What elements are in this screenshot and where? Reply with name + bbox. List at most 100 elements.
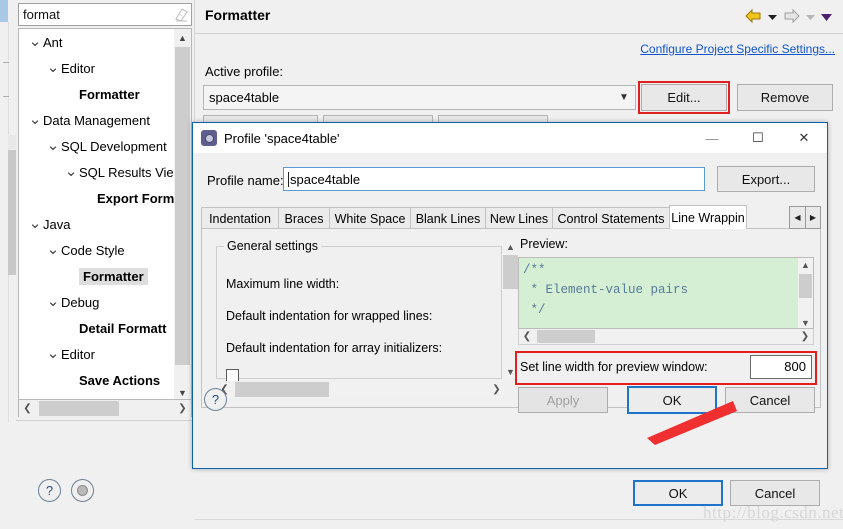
remove-button[interactable]: Remove — [737, 84, 833, 111]
tree-item-export-form[interactable]: Export Form — [19, 185, 174, 211]
triangle-left-icon[interactable]: ◀ — [790, 207, 805, 228]
dialog-cancel-button[interactable]: Cancel — [725, 387, 815, 413]
dialog-body: Profile name: space4table Export... ◀ ▶ … — [193, 153, 827, 469]
tree-item-label: Export Form — [97, 190, 175, 206]
page-title: Formatter — [205, 7, 271, 23]
tab-braces[interactable]: Braces — [278, 207, 330, 229]
dialog-ok-button[interactable]: OK — [627, 386, 717, 414]
tree-vertical-scrollbar[interactable]: ▲ ▼ — [174, 29, 191, 399]
dialog-titlebar[interactable]: Profile 'space4table' — ☐ ✕ — [193, 123, 827, 153]
tree-item-jadclipse[interactable]: ⌄JadClipse — [19, 393, 174, 399]
profile-name-value: space4table — [290, 171, 361, 187]
scroll-right-icon[interactable]: ❯ — [174, 400, 191, 417]
filter-input-wrapper[interactable]: format — [18, 3, 192, 26]
chevron-down-icon[interactable]: ⌄ — [45, 346, 61, 361]
apply-button[interactable]: Apply — [518, 387, 608, 413]
tab-indentation[interactable]: Indentation — [201, 207, 279, 229]
general-settings-horizontal-scrollbar[interactable]: ❮ ❯ — [216, 381, 505, 398]
preview-horizontal-scrollbar[interactable]: ❮ ❯ — [518, 329, 814, 345]
scrollbar-thumb[interactable] — [39, 401, 119, 416]
tab-line-wrappin[interactable]: Line Wrappin — [669, 205, 747, 229]
tree-item-save-actions[interactable]: Save Actions — [19, 367, 174, 393]
export-button[interactable]: Export... — [717, 166, 815, 192]
tree-item-label: Editor — [61, 60, 95, 76]
tree-item-editor[interactable]: ⌄ Editor — [19, 55, 174, 81]
tab-white-space[interactable]: White Space — [329, 207, 411, 229]
scroll-down-icon[interactable]: ▼ — [798, 316, 813, 328]
background-window-edge — [0, 0, 16, 529]
background-scrollbar-up-arrow[interactable] — [8, 135, 16, 149]
tree-item-sql-results-vie[interactable]: ⌄ SQL Results Vie — [19, 159, 174, 185]
scroll-right-icon[interactable]: ❯ — [797, 329, 813, 344]
triangle-right-icon[interactable]: ▶ — [805, 207, 820, 228]
chevron-down-icon[interactable]: ▼ — [613, 92, 635, 103]
question-mark-icon[interactable]: ? — [38, 479, 61, 502]
chevron-down-icon[interactable] — [805, 11, 816, 25]
header-divider — [195, 33, 843, 34]
setting-label-wrapped-lines-indent: Default indentation for wrapped lines: — [226, 309, 433, 323]
scroll-up-icon[interactable]: ▲ — [502, 239, 519, 254]
preferences-tree[interactable]: ⌄ Ant ⌄ Editor Formatter ⌄ Data Management ⌄ SQL… — [18, 28, 192, 400]
setting-label-array-initializers-indent: Default indentation for array initialize… — [226, 341, 443, 355]
tab-blank-lines[interactable]: Blank Lines — [410, 207, 486, 229]
chevron-down-icon[interactable]: ⌄ — [27, 216, 43, 231]
scrollbar-thumb[interactable] — [537, 330, 595, 343]
scrollbar-thumb[interactable] — [799, 274, 812, 298]
chevron-down-icon[interactable]: ⌄ — [45, 138, 61, 153]
eraser-icon[interactable] — [171, 5, 191, 25]
tree-horizontal-scrollbar[interactable]: ❮ ❯ — [18, 400, 192, 417]
view-menu-chevron-down-icon[interactable] — [820, 11, 833, 25]
question-mark-icon[interactable]: ? — [204, 388, 227, 411]
tree-item-formatter[interactable]: Formatter — [19, 263, 174, 289]
tree-item-sql-development[interactable]: ⌄ SQL Development — [19, 133, 174, 159]
scroll-down-icon[interactable]: ▼ — [174, 384, 191, 399]
scroll-up-icon[interactable]: ▲ — [798, 258, 813, 272]
tree-item-formatter[interactable]: Formatter — [19, 81, 174, 107]
scrollbar-thumb[interactable] — [503, 255, 518, 289]
scrollbar-thumb[interactable] — [235, 382, 329, 397]
back-arrow-icon[interactable] — [744, 8, 763, 27]
window-buttons: — ☐ ✕ — [689, 123, 827, 153]
forward-arrow-icon[interactable] — [782, 8, 801, 27]
chevron-down-icon[interactable] — [767, 11, 778, 25]
maximize-icon[interactable]: ☐ — [735, 123, 781, 153]
profile-gear-icon — [201, 130, 217, 146]
tree-item-ant[interactable]: ⌄ Ant — [19, 29, 174, 55]
scroll-up-icon[interactable]: ▲ — [174, 29, 191, 46]
page-nav-icons — [744, 8, 833, 27]
footer-divider — [195, 519, 843, 520]
scroll-left-icon[interactable]: ❮ — [519, 329, 535, 344]
filter-input[interactable]: format — [19, 7, 171, 22]
minimize-icon[interactable]: — — [689, 123, 735, 153]
tree-item-label: Data Management — [43, 112, 150, 128]
dialog-tab-strip: ◀ ▶ Indentation Braces White Space Blank Li… — [201, 205, 821, 229]
chevron-down-icon[interactable]: ⌄ — [27, 34, 43, 49]
tab-control-statements[interactable]: Control Statements — [552, 207, 670, 229]
scroll-right-icon[interactable]: ❯ — [488, 381, 505, 398]
restore-defaults-icon[interactable] — [71, 479, 94, 502]
preview-code-area[interactable]: /** * Element-value pairs */ ▲ ▼ — [518, 257, 814, 329]
profile-name-input[interactable]: space4table — [283, 167, 705, 191]
tab-new-lines[interactable]: New Lines — [485, 207, 553, 229]
general-settings-title: General settings — [224, 239, 322, 253]
chevron-down-icon[interactable]: ⌄ — [45, 294, 61, 309]
active-profile-select[interactable]: space4table ▼ — [203, 85, 636, 110]
tree-item-debug[interactable]: ⌄ Debug — [19, 289, 174, 315]
tree-item-data-management[interactable]: ⌄ Data Management — [19, 107, 174, 133]
tree-item-editor[interactable]: ⌄ Editor — [19, 341, 174, 367]
configure-project-specific-settings-link[interactable]: Configure Project Specific Settings... — [640, 42, 835, 56]
chevron-down-icon[interactable]: ⌄ — [45, 60, 61, 75]
scrollbar-thumb[interactable] — [175, 47, 190, 365]
tree-item-detail-formatt[interactable]: Detail Formatt — [19, 315, 174, 341]
close-icon[interactable]: ✕ — [781, 123, 827, 153]
chevron-down-icon[interactable]: ⌄ — [27, 112, 43, 127]
preview-vertical-scrollbar[interactable]: ▲ ▼ — [798, 258, 813, 328]
line-width-annotation — [515, 351, 817, 385]
chevron-down-icon[interactable]: ⌄ — [45, 242, 61, 257]
scroll-left-icon[interactable]: ❮ — [19, 400, 36, 417]
tree-item-code-style[interactable]: ⌄ Code Style — [19, 237, 174, 263]
background-scrollbar-thumb[interactable] — [8, 150, 16, 275]
preview-label: Preview: — [520, 237, 568, 251]
tree-item-java[interactable]: ⌄ Java — [19, 211, 174, 237]
chevron-down-icon[interactable]: ⌄ — [63, 164, 79, 179]
